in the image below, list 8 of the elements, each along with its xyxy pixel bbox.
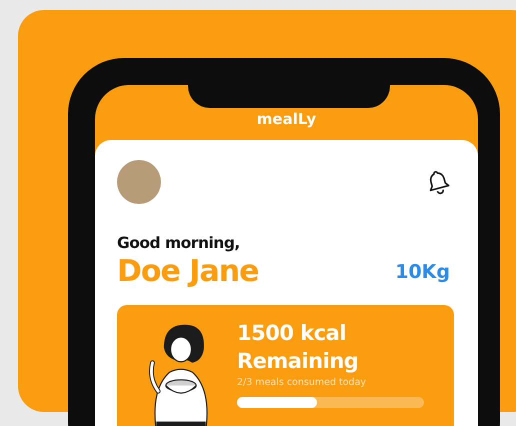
- remaining-label: Remaining: [237, 348, 360, 375]
- avatar[interactable]: [117, 160, 161, 204]
- user-name: Doe Jane: [117, 254, 258, 289]
- calories-remaining: 1500 kcal: [237, 320, 348, 347]
- app-logo: mealLy: [256, 110, 316, 128]
- greeting-text: Good morning,: [117, 234, 241, 252]
- meals-consumed-text: 2/3 meals consumed today: [237, 377, 368, 388]
- weight-value: 10Kg: [395, 260, 450, 282]
